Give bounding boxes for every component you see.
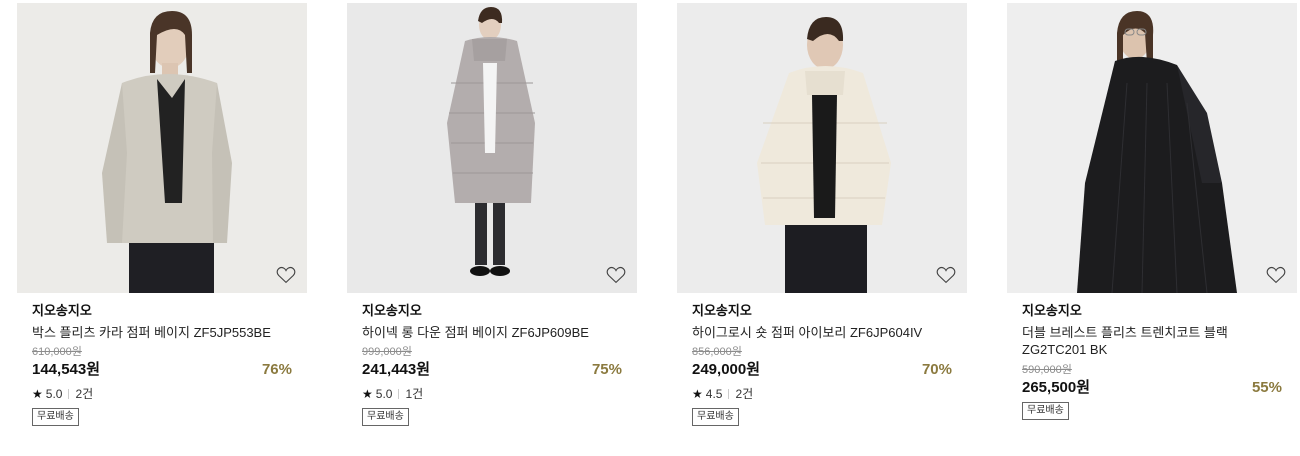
rating: ★ 5.0 1건: [362, 387, 622, 401]
discount-rate: 55%: [1251, 379, 1282, 396]
review-count: 2건: [75, 387, 94, 401]
price-row: 265,500원 55%: [1022, 378, 1297, 398]
product-name[interactable]: 하이넥 롱 다운 점퍼 베이지 ZF6JP609BE: [362, 324, 622, 341]
product-name[interactable]: 박스 플리츠 카라 점퍼 베이지 ZF5JP553BE: [32, 324, 292, 341]
star-icon: ★: [692, 387, 703, 401]
product-card[interactable]: 지오송지오 더블 브레스트 플리츠 트렌치코트 블랙 ZG2TC201 BK 5…: [1007, 3, 1297, 420]
divider: [398, 389, 400, 399]
divider: [728, 389, 730, 399]
product-card[interactable]: 지오송지오 박스 플리츠 카라 점퍼 베이지 ZF5JP553BE 610,00…: [17, 3, 307, 426]
star-icon: ★: [32, 387, 43, 401]
product-photo: [677, 3, 967, 293]
rating: ★ 4.5 2건: [692, 387, 952, 401]
review-count: 2건: [735, 387, 754, 401]
product-photo: [1007, 3, 1297, 293]
wishlist-heart-icon[interactable]: [276, 266, 296, 284]
original-price: 590,000원: [1022, 364, 1072, 376]
sale-price: 249,000원: [692, 361, 761, 378]
free-shipping-badge: 무료배송: [32, 408, 79, 426]
free-shipping-badge: 무료배송: [1022, 402, 1069, 420]
sale-price: 144,543원: [32, 361, 101, 378]
product-image[interactable]: [1007, 3, 1297, 293]
rating-value: 5.0: [375, 387, 393, 401]
original-price: 999,000원: [362, 346, 412, 358]
product-image[interactable]: [677, 3, 967, 293]
free-shipping-badge: 무료배송: [692, 408, 739, 426]
discount-rate: 75%: [591, 361, 622, 378]
discount-rate: 76%: [261, 361, 292, 378]
product-name[interactable]: 하이그로시 숏 점퍼 아이보리 ZF6JP604IV: [692, 324, 952, 341]
product-name[interactable]: 더블 브레스트 플리츠 트렌치코트 블랙 ZG2TC201 BK: [1022, 324, 1282, 358]
rating-value: 4.5: [705, 387, 723, 401]
discount-rate: 70%: [921, 361, 952, 378]
review-count: 1건: [405, 387, 424, 401]
price-row: 144,543원 76%: [32, 360, 307, 380]
wishlist-heart-icon[interactable]: [606, 266, 626, 284]
free-shipping-badge: 무료배송: [362, 408, 409, 426]
star-icon: ★: [362, 387, 373, 401]
product-brand: 지오송지오: [362, 303, 422, 318]
price-row: 241,443원 75%: [362, 360, 637, 380]
product-image[interactable]: [17, 3, 307, 293]
original-price: 856,000원: [692, 346, 742, 358]
rating-value: 5.0: [45, 387, 63, 401]
wishlist-heart-icon[interactable]: [1266, 266, 1286, 284]
product-image[interactable]: [347, 3, 637, 293]
sale-price: 265,500원: [1022, 379, 1091, 396]
product-photo: [347, 3, 637, 293]
product-brand: 지오송지오: [32, 303, 92, 318]
product-brand: 지오송지오: [1022, 303, 1082, 318]
wishlist-heart-icon[interactable]: [936, 266, 956, 284]
price-row: 249,000원 70%: [692, 360, 967, 380]
product-photo: [17, 3, 307, 293]
product-brand: 지오송지오: [692, 303, 752, 318]
product-card[interactable]: 지오송지오 하이그로시 숏 점퍼 아이보리 ZF6JP604IV 856,000…: [677, 3, 967, 426]
sale-price: 241,443원: [362, 361, 431, 378]
original-price: 610,000원: [32, 346, 82, 358]
rating: ★ 5.0 2건: [32, 387, 292, 401]
divider: [68, 389, 70, 399]
product-card[interactable]: 지오송지오 하이넥 롱 다운 점퍼 베이지 ZF6JP609BE 999,000…: [347, 3, 637, 426]
